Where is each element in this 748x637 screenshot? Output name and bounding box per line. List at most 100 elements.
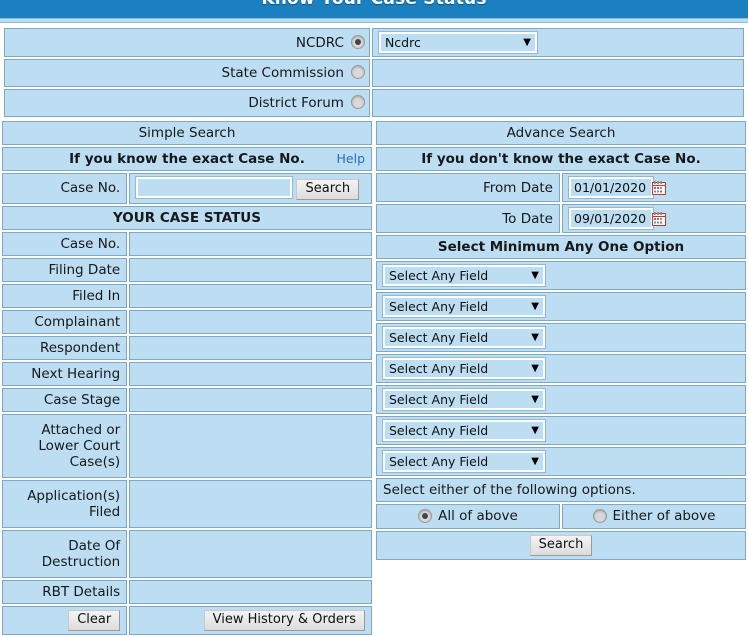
match-option-row: All of above Either of above bbox=[376, 504, 746, 529]
table-row: Attached or Lower Court Case(s) bbox=[2, 413, 372, 478]
chevron-down-icon: ▼ bbox=[531, 363, 539, 374]
field-select-3-value: Select Any Field bbox=[389, 330, 489, 345]
row-label-attached-lower-court: Attached or Lower Court Case(s) bbox=[2, 413, 128, 478]
advance-search-table: Advance Search If you don't know the exa… bbox=[374, 119, 748, 562]
field-select-cell-4: Select Any Field ▼ bbox=[376, 354, 746, 383]
forum-row-ncdrc[interactable]: NCDRC Ncdrc ▼ bbox=[4, 28, 744, 57]
field-select-1[interactable]: Select Any Field ▼ bbox=[382, 264, 546, 287]
table-row: Date Of Destruction bbox=[2, 529, 372, 578]
field-select-row-7: Select Any Field ▼ bbox=[376, 447, 746, 476]
field-select-cell-5: Select Any Field ▼ bbox=[376, 385, 746, 414]
case-no-input[interactable] bbox=[135, 176, 294, 199]
calendar-icon[interactable] bbox=[652, 180, 666, 195]
chevron-down-icon: ▼ bbox=[531, 394, 539, 405]
field-select-cell-1: Select Any Field ▼ bbox=[376, 261, 746, 290]
field-select-3[interactable]: Select Any Field ▼ bbox=[382, 326, 546, 349]
page-banner: Know Your Case Status bbox=[0, 0, 748, 26]
chevron-down-icon: ▼ bbox=[531, 332, 539, 343]
from-date-input[interactable] bbox=[568, 176, 654, 199]
advance-search-subheading: If you don't know the exact Case No. bbox=[376, 147, 746, 171]
radio-all-of-above[interactable] bbox=[418, 509, 433, 523]
forum-control-cell-ncdrc: Ncdrc ▼ bbox=[371, 28, 744, 57]
all-of-above-cell[interactable]: All of above bbox=[376, 504, 560, 529]
row-value-applications-filed bbox=[129, 479, 372, 528]
field-select-2[interactable]: Select Any Field ▼ bbox=[382, 295, 546, 318]
simple-search-button[interactable]: Search bbox=[296, 178, 360, 200]
radio-either-of-above[interactable] bbox=[592, 509, 607, 523]
chevron-down-icon: ▼ bbox=[531, 301, 539, 312]
search-panels: Simple Search If you know the exact Case… bbox=[0, 119, 748, 637]
simple-search-subheading: If you know the exact Case No. bbox=[69, 151, 305, 167]
field-select-cell-3: Select Any Field ▼ bbox=[376, 323, 746, 352]
field-select-2-value: Select Any Field bbox=[389, 299, 489, 314]
field-select-5[interactable]: Select Any Field ▼ bbox=[382, 388, 546, 411]
min-option-heading-row: Select Minimum Any One Option bbox=[376, 235, 746, 259]
field-select-row-4: Select Any Field ▼ bbox=[376, 354, 746, 383]
chevron-down-icon: ▼ bbox=[531, 456, 539, 467]
advance-search-button[interactable]: Search bbox=[529, 535, 593, 556]
chevron-down-icon: ▼ bbox=[523, 37, 531, 48]
simple-search-panel: Simple Search If you know the exact Case… bbox=[0, 119, 374, 637]
clear-button[interactable]: Clear bbox=[68, 609, 121, 631]
field-select-6[interactable]: Select Any Field ▼ bbox=[382, 419, 546, 442]
row-value-next-hearing bbox=[129, 361, 372, 386]
field-select-5-value: Select Any Field bbox=[389, 392, 489, 407]
field-select-row-3: Select Any Field ▼ bbox=[376, 323, 746, 352]
row-label-filed-in: Filed In bbox=[2, 283, 128, 308]
forum-row-district[interactable]: District Forum bbox=[4, 89, 744, 117]
advance-search-heading: Advance Search bbox=[376, 121, 746, 145]
page-title: Know Your Case Status bbox=[0, 0, 748, 8]
forum-row-state[interactable]: State Commission bbox=[4, 59, 744, 87]
field-select-cell-2: Select Any Field ▼ bbox=[376, 292, 746, 321]
row-label-next-hearing: Next Hearing bbox=[2, 361, 128, 386]
case-no-input-label: Case No. bbox=[2, 173, 128, 204]
to-date-input[interactable] bbox=[568, 207, 654, 230]
radio-ncdrc[interactable] bbox=[350, 34, 365, 49]
calendar-icon[interactable] bbox=[652, 211, 666, 226]
field-select-6-value: Select Any Field bbox=[389, 423, 489, 438]
table-row: Complainant bbox=[2, 309, 372, 334]
field-select-7-value: Select Any Field bbox=[389, 454, 489, 469]
ncdrc-dropdown[interactable]: Ncdrc ▼ bbox=[377, 31, 538, 54]
forum-control-cell-district bbox=[371, 89, 744, 117]
row-value-filed-in bbox=[129, 283, 372, 308]
advance-search-button-cell: Search bbox=[376, 531, 746, 560]
field-select-row-5: Select Any Field ▼ bbox=[376, 385, 746, 414]
row-value-case-no bbox=[129, 231, 372, 256]
field-select-row-2: Select Any Field ▼ bbox=[376, 292, 746, 321]
row-value-case-stage bbox=[129, 387, 372, 412]
field-select-row-1: Select Any Field ▼ bbox=[376, 261, 746, 290]
forum-table: NCDRC Ncdrc ▼ State Commission District … bbox=[2, 26, 746, 119]
case-status-heading: YOUR CASE STATUS bbox=[2, 205, 372, 230]
row-value-complainant bbox=[129, 309, 372, 334]
either-note-row: Select either of the following options. bbox=[376, 478, 746, 502]
field-select-7[interactable]: Select Any Field ▼ bbox=[382, 450, 546, 473]
row-value-attached-lower-court bbox=[129, 413, 372, 478]
help-link[interactable]: Help bbox=[337, 151, 366, 166]
either-of-above-cell[interactable]: Either of above bbox=[562, 504, 746, 529]
row-label-case-stage: Case Stage bbox=[2, 387, 128, 412]
row-label-respondent: Respondent bbox=[2, 335, 128, 360]
ncdrc-dropdown-value: Ncdrc bbox=[384, 35, 421, 50]
simple-search-heading: Simple Search bbox=[2, 121, 372, 145]
forum-control-cell-state bbox=[371, 59, 744, 87]
row-value-respondent bbox=[129, 335, 372, 360]
field-select-cell-7: Select Any Field ▼ bbox=[376, 447, 746, 476]
field-select-cell-6: Select Any Field ▼ bbox=[376, 416, 746, 445]
forum-selector: NCDRC Ncdrc ▼ State Commission District … bbox=[2, 26, 746, 119]
row-value-rbt-details bbox=[129, 579, 372, 604]
forum-label-cell-district: District Forum bbox=[4, 89, 370, 117]
row-value-date-of-destruction bbox=[129, 529, 372, 578]
field-select-1-value: Select Any Field bbox=[389, 268, 489, 283]
radio-district-forum[interactable] bbox=[350, 95, 365, 109]
view-history-orders-button[interactable]: View History & Orders bbox=[203, 609, 365, 631]
advance-search-subheading-row: If you don't know the exact Case No. bbox=[376, 147, 746, 171]
field-select-4[interactable]: Select Any Field ▼ bbox=[382, 357, 546, 380]
row-label-date-of-destruction: Date Of Destruction bbox=[2, 529, 128, 578]
chevron-down-icon: ▼ bbox=[531, 425, 539, 436]
radio-state-commission[interactable] bbox=[350, 65, 365, 79]
advance-search-action-row: Search bbox=[376, 531, 746, 560]
row-value-filing-date bbox=[129, 257, 372, 282]
simple-search-actions-row: Clear View History & Orders bbox=[2, 605, 372, 635]
table-row: Next Hearing bbox=[2, 361, 372, 386]
